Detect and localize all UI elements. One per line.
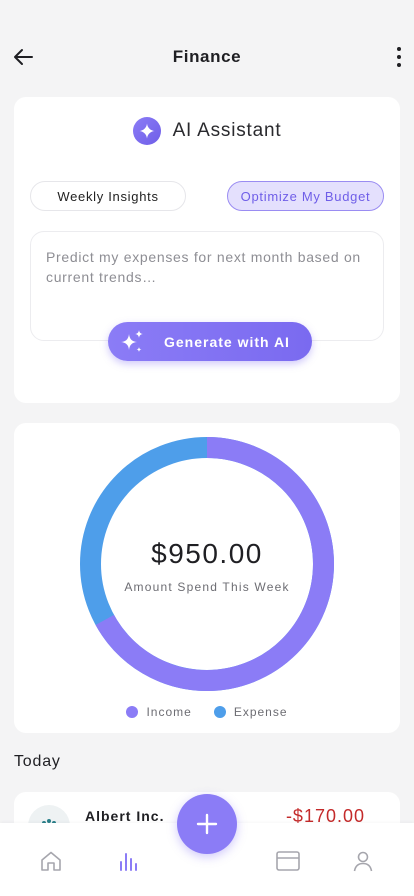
nav-home[interactable] [38,848,64,874]
legend-income: Income [126,705,191,719]
legend-income-dot [126,706,139,718]
card-icon [276,851,300,871]
chip-weekly-insights[interactable]: Weekly Insights [30,181,186,211]
home-icon [41,851,61,871]
sparkles-icon [121,329,143,352]
legend-expense-dot [213,706,226,718]
weekly-summary-card: $950.00 Amount Spend This Week Income Ex… [14,423,400,733]
page-title: Finance [172,47,242,66]
stats-icon [120,853,137,871]
nav-cards[interactable] [275,848,301,874]
app-header: Finance [0,0,414,96]
generate-with-ai-label: Generate with AI [164,333,290,350]
more-vertical-icon [397,47,401,51]
weekly-amount: $950.00 [151,538,263,569]
plus-icon [196,813,218,835]
legend-expense-label: Expense [233,705,288,719]
nav-stats[interactable] [115,848,141,874]
more-options-button[interactable] [392,44,406,70]
legend-income-label: Income [146,705,192,719]
ai-assistant-title: AI Assistant [172,120,282,141]
nav-profile[interactable] [350,848,376,874]
chart-legend: Income Expense [14,705,400,719]
ai-assistant-card: AI Assistant Weekly Insights Optimize My… [14,97,400,403]
ai-assistant-header: AI Assistant [14,117,400,145]
chip-optimize-budget[interactable]: Optimize My Budget [227,181,384,211]
legend-expense: Expense [213,705,288,719]
weekly-amount-label: Amount Spend This Week [124,580,290,594]
today-heading: Today [14,753,61,770]
profile-icon [353,851,373,872]
income-expense-ring [80,437,334,691]
generate-with-ai-button[interactable]: Generate with AI [108,322,312,361]
sparkle-icon [132,117,161,145]
add-transaction-button[interactable] [177,794,237,854]
transaction-merchant: Albert Inc. [85,808,165,824]
